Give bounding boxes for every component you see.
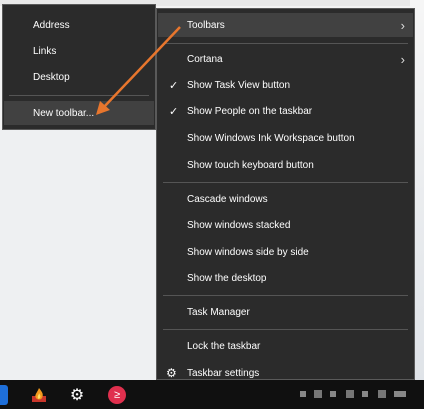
app-icon[interactable]: ≥ [108,386,126,404]
task-view-icon[interactable] [0,385,8,405]
annotation-arrow [96,26,181,115]
taskbar: ⚙ ≥ [0,380,424,409]
system-tray-icons[interactable] [300,388,410,403]
settings-gear-icon[interactable]: ⚙ [68,386,86,404]
firewall-icon[interactable] [30,386,48,404]
